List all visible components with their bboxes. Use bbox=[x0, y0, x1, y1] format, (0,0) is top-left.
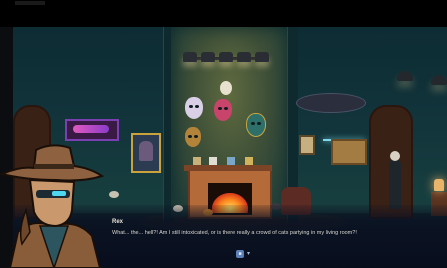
hanging-lamp[interactable] bbox=[397, 71, 413, 81]
gold-mask[interactable] bbox=[185, 127, 201, 147]
rex-portrait bbox=[0, 144, 105, 268]
red-mask[interactable] bbox=[214, 99, 232, 121]
title-tab bbox=[15, 1, 45, 5]
fish-plaque[interactable] bbox=[296, 93, 366, 113]
teal-mask[interactable] bbox=[246, 113, 266, 137]
chandelier-shade bbox=[219, 52, 233, 62]
chandelier-shade bbox=[237, 52, 251, 62]
skull-ornament[interactable] bbox=[220, 81, 232, 95]
hanging-lamp[interactable] bbox=[431, 75, 447, 85]
pinboard[interactable] bbox=[331, 139, 367, 165]
chandelier-shade bbox=[255, 52, 269, 62]
table-lamp[interactable] bbox=[434, 179, 444, 191]
framed-portrait[interactable] bbox=[131, 133, 161, 173]
cat[interactable] bbox=[109, 191, 119, 198]
mantel bbox=[184, 165, 272, 171]
chandelier-shade bbox=[201, 52, 215, 62]
standing-figure[interactable] bbox=[389, 151, 401, 209]
chevron-down-icon[interactable]: ▾ bbox=[247, 250, 250, 257]
neon-painting[interactable] bbox=[65, 119, 119, 141]
chandelier-shade bbox=[183, 52, 197, 62]
letterbox-top bbox=[0, 0, 447, 27]
speaker-name: Rex bbox=[112, 219, 124, 225]
small-frame[interactable] bbox=[299, 135, 315, 155]
dialogue-line: What... the... hell?! Am I still intoxic… bbox=[112, 230, 357, 236]
gamepad-button-icon[interactable]: ■ bbox=[236, 250, 244, 258]
white-mask[interactable] bbox=[185, 97, 203, 119]
